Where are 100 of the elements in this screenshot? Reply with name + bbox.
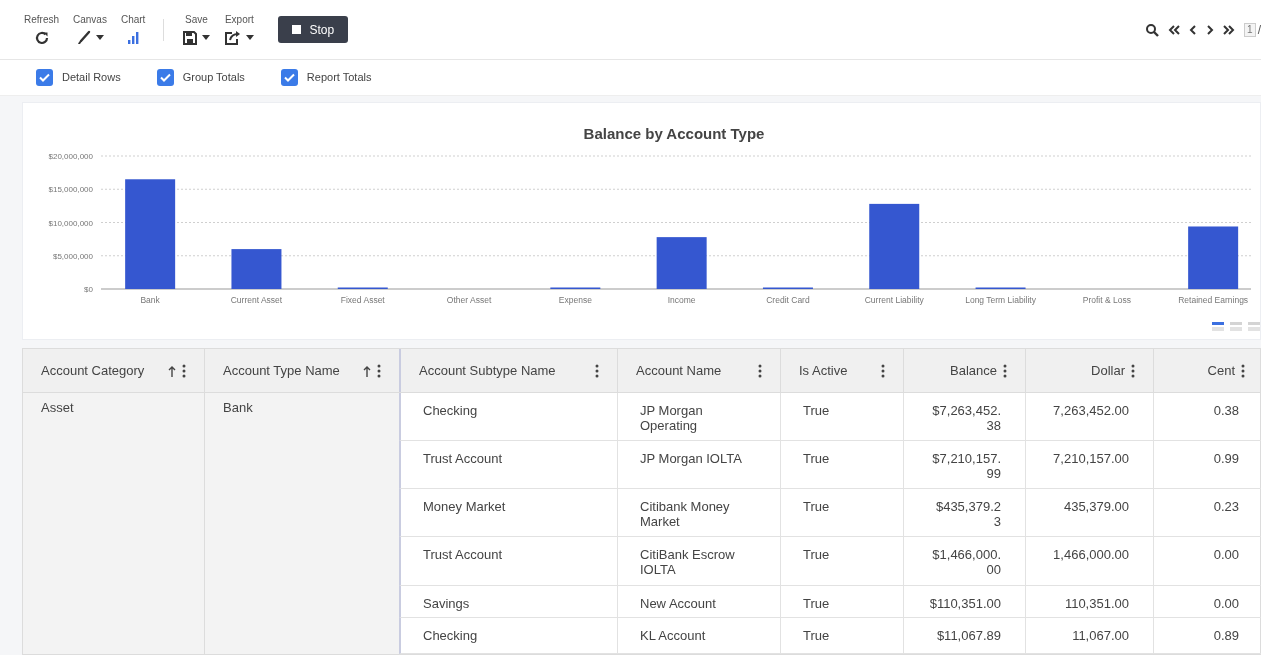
x-axis-label: Expense: [558, 295, 592, 305]
x-axis-label: Bank: [140, 295, 160, 305]
table-cell-text: $11,067.89: [935, 628, 1001, 645]
table-cell-text: Checking: [423, 628, 479, 643]
checkbox-label: Detail Rows: [62, 70, 121, 86]
table-cell-text: Trust Account: [423, 451, 503, 466]
column-header[interactable]: Account Subtype Name: [399, 349, 617, 392]
column-menu-icon: [182, 363, 186, 378]
column-header[interactable]: Account Name: [617, 349, 780, 392]
page-separator: /: [1257, 21, 1261, 39]
column-menu-icon: [1131, 363, 1135, 378]
column-header[interactable]: Account Type Name: [204, 349, 399, 392]
y-axis-label: $0: [84, 285, 93, 294]
table-cell-text: True: [803, 499, 831, 514]
table-cell-text: $1,466,000.00: [931, 547, 1001, 579]
bar: [1188, 226, 1239, 289]
y-axis-label: $20,000,000: [48, 152, 93, 161]
column-header[interactable]: Dollar: [1025, 349, 1153, 392]
chart-view-toggle[interactable]: [1230, 322, 1242, 331]
table-cell-text: 435,379.00: [1063, 499, 1129, 516]
export-tool-button[interactable]: Export: [222, 13, 257, 46]
chart-view-toggle[interactable]: [1212, 322, 1224, 331]
x-axis-label: Other Asset: [446, 295, 492, 305]
table-cell-text: 0.00: [1213, 596, 1239, 613]
table-cell-text: 0.00: [1213, 547, 1239, 564]
table-cell-text: Money Market: [423, 499, 507, 514]
table-cell-text: 0.38: [1213, 403, 1239, 420]
check-icon: [159, 73, 171, 82]
x-axis-label: Current Asset: [230, 295, 283, 305]
page-number-field[interactable]: 1: [1244, 22, 1256, 37]
y-axis-label: $15,000,000: [48, 185, 93, 195]
table-cell-text: Savings: [423, 596, 471, 611]
save-tool-button[interactable]: Save: [180, 13, 213, 46]
bar: [656, 237, 707, 289]
table-cell: Asset: [41, 400, 74, 415]
table-cell-text: True: [803, 628, 831, 643]
column-menu-icon: [1241, 363, 1245, 378]
table-cell-text: JP Morgan Operating: [640, 403, 704, 433]
column-menu-icon: [758, 363, 762, 378]
stop-icon: [292, 25, 302, 34]
refresh-tool-button[interactable]: Refresh: [22, 13, 61, 46]
y-axis-label: $10,000,000: [48, 218, 93, 228]
table-cell-text: True: [803, 403, 831, 418]
checkbox[interactable]: [156, 69, 174, 86]
next-page-icon[interactable]: [1206, 23, 1215, 36]
x-axis-label: Long Term Liability: [965, 295, 1036, 305]
column-menu-icon: [377, 363, 381, 378]
table-cell-text: 110,351.00: [1064, 596, 1129, 613]
checkbox-label: Group Totals: [182, 70, 245, 86]
chart-tool-button[interactable]: Chart: [118, 13, 148, 46]
table-cell-text: 1,466,000.00: [1053, 547, 1129, 564]
table-cell-text: True: [803, 547, 831, 562]
table-cell-text: True: [803, 596, 831, 611]
x-axis-label: Profit & Loss: [1082, 295, 1131, 305]
column-menu-icon: [881, 363, 885, 378]
column-menu-icon: [1003, 363, 1007, 378]
table-cell-text: JP Morgan IOLTA: [640, 451, 743, 466]
table-cell-text: True: [803, 451, 831, 466]
table-cell-text: Trust Account: [423, 547, 503, 562]
check-icon: [39, 73, 50, 82]
checkbox[interactable]: [36, 69, 53, 86]
table-cell-text: New Account: [640, 596, 717, 611]
table-cell-text: $110,351.00: [929, 596, 1001, 613]
table-cell-text: 0.89: [1213, 628, 1239, 645]
previous-page-icon[interactable]: [1189, 23, 1198, 36]
search-icon: [1145, 22, 1160, 37]
x-axis-label: Fixed Asset: [340, 295, 385, 305]
checkbox[interactable]: [280, 69, 298, 86]
column-header[interactable]: Account Category: [23, 349, 204, 392]
column-menu-icon: [595, 363, 599, 378]
table-cell-text: Checking: [423, 403, 479, 418]
first-page-icon[interactable]: [1168, 23, 1181, 36]
column-header[interactable]: Is Active: [780, 349, 903, 392]
table-cell: Bank: [223, 400, 253, 415]
brush-icon: [75, 29, 92, 46]
table-cell-text: 7,263,452.00: [1053, 403, 1129, 420]
last-page-icon[interactable]: [1223, 23, 1236, 36]
table-cell-text: $7,210,157.99: [931, 451, 1001, 483]
stop-button[interactable]: Stop: [278, 16, 349, 43]
column-header[interactable]: Balance: [903, 349, 1025, 392]
table-cell-text: CitiBank Escrow IOLTA: [640, 547, 736, 577]
bar: [231, 249, 282, 289]
table-cell-text: 0.23: [1213, 499, 1239, 516]
table-cell-text: KL Account: [640, 628, 707, 643]
brush-tool-button[interactable]: Canvas: [71, 13, 109, 46]
column-header[interactable]: Cent: [1153, 349, 1261, 392]
chart-title: Balance by Account Type: [583, 125, 765, 142]
x-axis-label: Current Liability: [864, 295, 924, 305]
y-axis-label: $5,000,000: [52, 251, 93, 261]
check-icon: [283, 73, 295, 82]
x-axis-label: Credit Card: [766, 295, 810, 305]
table-cell-text: 7,210,157.00: [1053, 451, 1129, 468]
checkbox-label: Report Totals: [306, 70, 372, 86]
table-cell-text: $7,263,452.38: [931, 403, 1001, 435]
chart-view-toggle[interactable]: [1248, 322, 1260, 331]
table-cell-text: $435,379.23: [934, 499, 1001, 531]
x-axis-label: Retained Earnings: [1178, 295, 1249, 305]
table-cell-text: Citibank Money Market: [640, 499, 731, 529]
table-cell-text: 11,067.00: [1072, 628, 1129, 645]
refresh-icon: [33, 29, 50, 46]
